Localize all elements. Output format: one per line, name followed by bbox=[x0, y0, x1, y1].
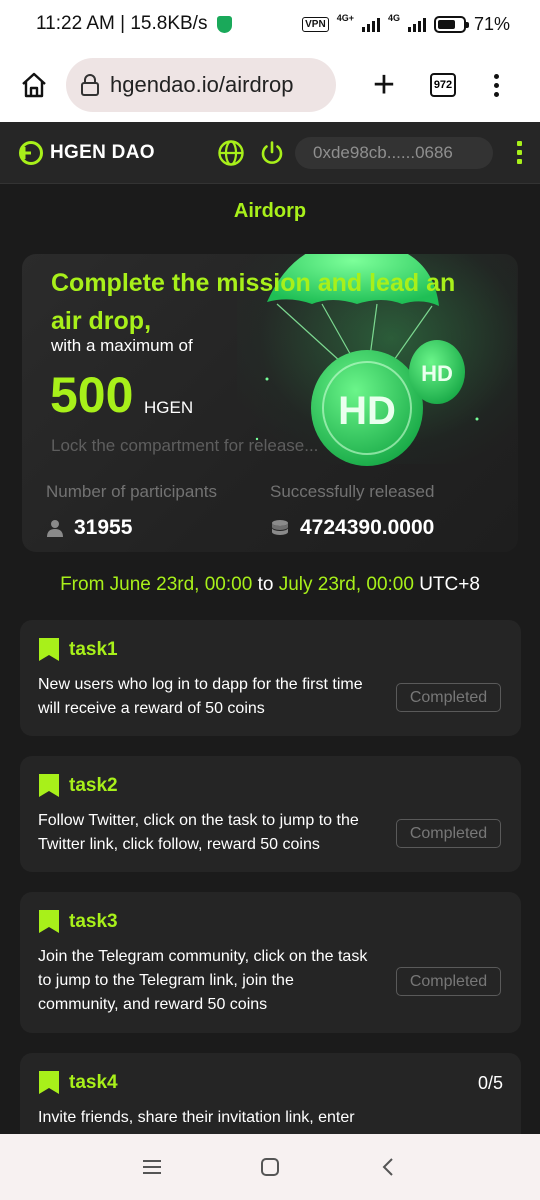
app-header: HGEN DAO 0xde98cb......0686 bbox=[0, 122, 540, 184]
participants-stat: Number of participants 31955 bbox=[46, 482, 217, 540]
bookmark-icon bbox=[39, 1071, 59, 1094]
hero-headline: Complete the mission and lead an air dro… bbox=[51, 269, 456, 335]
browser-toolbar: hgendao.io/airdrop + 972 bbox=[0, 48, 540, 122]
new-tab-button[interactable]: + bbox=[366, 66, 402, 104]
svg-text:HD: HD bbox=[338, 389, 396, 433]
released-value: 4724390.0000 bbox=[300, 516, 435, 539]
back-chevron-icon bbox=[382, 1158, 393, 1176]
task-description: Join the Telegram community, click on th… bbox=[38, 948, 368, 1013]
vpn-badge: VPN bbox=[302, 16, 329, 32]
participants-value: 31955 bbox=[74, 516, 133, 539]
task-title: task3 bbox=[69, 910, 118, 932]
task-card[interactable]: task3 Join the Telegram community, click… bbox=[20, 892, 521, 1033]
lock-note: Lock the compartment for release... bbox=[51, 436, 319, 455]
shield-icon bbox=[217, 15, 233, 33]
task-progress: 0/5 bbox=[477, 1073, 503, 1093]
task-completed-button[interactable]: Completed bbox=[396, 819, 501, 848]
task-description: Invite friends, share their invitation l… bbox=[38, 1109, 355, 1126]
home-nav-button[interactable] bbox=[255, 1154, 285, 1180]
url-text: hgendao.io/airdrop bbox=[110, 72, 294, 97]
end-date: July 23rd, 00:00 bbox=[278, 574, 414, 595]
hero-unit: HGEN bbox=[144, 398, 194, 417]
task-card[interactable]: task2 Follow Twitter, click on the task … bbox=[20, 756, 521, 872]
bookmark-icon bbox=[39, 910, 59, 933]
start-date: June 23rd, 00:00 bbox=[109, 574, 253, 595]
task-card[interactable]: task1 New users who log in to dapp for t… bbox=[20, 620, 521, 736]
airdrop-hero-card: HD HD Complete the mission and lead an a… bbox=[22, 254, 518, 552]
tab-switcher-button[interactable]: 972 bbox=[430, 73, 456, 97]
campaign-dates: From June 23rd, 00:00 to July 23rd, 00:0… bbox=[0, 574, 540, 596]
network-label-1: 4G+ bbox=[336, 13, 354, 23]
system-nav-bar bbox=[0, 1134, 540, 1200]
timezone: UTC+8 bbox=[419, 574, 480, 595]
task-title: task4 bbox=[69, 1071, 118, 1093]
coin-stack-icon bbox=[272, 520, 288, 535]
page-title: Airdorp bbox=[233, 200, 307, 222]
logo-text: HGEN DAO bbox=[50, 141, 155, 163]
back-nav-button[interactable] bbox=[373, 1154, 403, 1180]
app-menu-button[interactable] bbox=[517, 141, 522, 164]
bookmark-icon bbox=[39, 774, 59, 797]
participants-label: Number of participants bbox=[46, 482, 218, 501]
released-stat: Successfully released 4724390.0000 bbox=[270, 482, 434, 540]
power-icon[interactable] bbox=[259, 140, 285, 166]
hgen-logo-icon bbox=[19, 140, 43, 165]
task-completed-button[interactable]: Completed bbox=[396, 967, 501, 996]
task-title: task2 bbox=[69, 774, 118, 796]
menu-lines-icon bbox=[143, 1160, 161, 1174]
network-label-2: 4G bbox=[387, 13, 400, 23]
address-bar[interactable]: hgendao.io/airdrop bbox=[66, 58, 336, 112]
status-bar: 11:22 AM | 15.8KB/s VPN 4G+ 4G 71% bbox=[0, 0, 540, 48]
released-label: Successfully released bbox=[270, 482, 435, 501]
to-word: to bbox=[257, 574, 274, 595]
square-icon bbox=[261, 1158, 279, 1176]
hero-subline: with a maximum of bbox=[51, 336, 193, 355]
wallet-address-pill[interactable]: 0xde98cb......0686 bbox=[295, 136, 493, 169]
hero-amount: 500 bbox=[50, 367, 134, 423]
signal-icon bbox=[407, 16, 426, 32]
task-title: task1 bbox=[69, 638, 118, 660]
task-description: New users who log in to dapp for the fir… bbox=[38, 676, 363, 717]
language-globe-icon[interactable] bbox=[217, 139, 245, 167]
from-word: From bbox=[60, 574, 105, 595]
home-icon bbox=[22, 72, 46, 98]
battery-icon bbox=[433, 15, 469, 33]
home-button[interactable] bbox=[14, 65, 54, 105]
browser-menu-button[interactable] bbox=[494, 73, 499, 97]
task-description: Follow Twitter, click on the task to jum… bbox=[38, 812, 359, 853]
signal-icon bbox=[361, 16, 380, 32]
lock-icon bbox=[81, 74, 99, 96]
logo[interactable]: HGEN DAO bbox=[18, 140, 155, 166]
bookmark-icon bbox=[39, 638, 59, 661]
battery-percent: 71% bbox=[473, 13, 510, 34]
status-time-speed: 11:22 AM | 15.8KB/s bbox=[36, 13, 208, 34]
recents-button[interactable] bbox=[137, 1154, 167, 1180]
user-icon bbox=[47, 520, 63, 537]
task-completed-button[interactable]: Completed bbox=[396, 683, 501, 712]
svg-text:HD: HD bbox=[421, 361, 453, 386]
